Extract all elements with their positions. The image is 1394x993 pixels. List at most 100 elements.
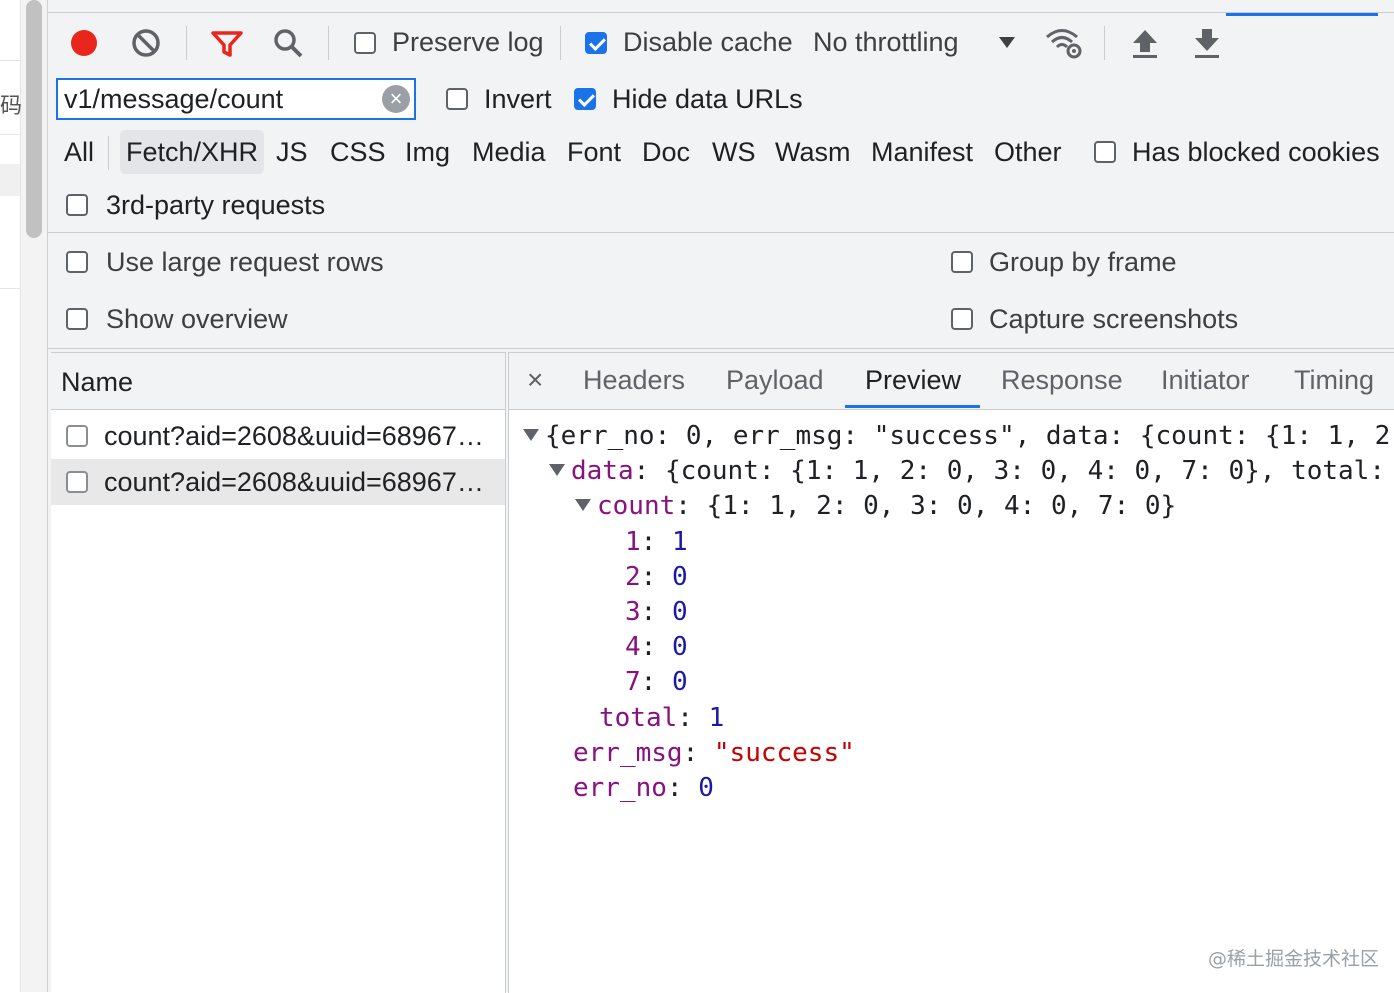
json-number: 1 (708, 703, 725, 733)
toolbar-separator (560, 26, 561, 60)
tab-preview[interactable]: Preview (865, 353, 961, 409)
type-filter-fetch-xhr[interactable]: Fetch/XHR (120, 130, 265, 174)
json-entry: 2: 0 (625, 562, 688, 592)
type-filter-manifest[interactable]: Manifest (865, 130, 979, 174)
has-blocked-cookies-checkbox[interactable]: Has blocked cookies (1094, 130, 1380, 174)
export-har-button[interactable] (1192, 13, 1222, 72)
expand-triangle-icon[interactable] (575, 498, 591, 511)
json-number: 0 (671, 632, 688, 662)
request-list: Name count?aid=2608&uuid=68967… count?ai… (51, 352, 506, 993)
hide-data-urls-label: Hide data URLs (612, 83, 803, 114)
search-icon (274, 28, 303, 57)
json-entry: 3: 0 (625, 597, 688, 627)
json-number: 1 (671, 527, 688, 557)
tab-payload[interactable]: Payload (726, 353, 824, 409)
clear-button[interactable] (130, 13, 162, 72)
preserve-log-checkbox[interactable]: Preserve log (354, 13, 544, 72)
throttling-select[interactable]: No throttling (813, 13, 1015, 72)
host-scrollbar-thumb[interactable] (26, 0, 42, 238)
disable-cache-label: Disable cache (623, 27, 793, 57)
tab-initiator[interactable]: Initiator (1161, 353, 1250, 409)
large-rows-label: Use large request rows (106, 246, 384, 277)
type-filter-css[interactable]: CSS (324, 130, 392, 174)
json-key: err_no (573, 773, 667, 803)
type-filter-all[interactable]: All (58, 130, 100, 174)
hide-data-urls-checkbox-box[interactable] (574, 88, 596, 110)
toolbar-separator (328, 26, 329, 60)
network-toolbar: Preserve log Disable cache No throttling (48, 12, 1394, 73)
large-rows-checkbox[interactable]: Use large request rows (66, 241, 384, 283)
third-party-requests-label: 3rd-party requests (106, 189, 326, 220)
record-icon (71, 29, 97, 56)
search-button[interactable] (272, 13, 304, 72)
capture-screenshots-checkbox-box[interactable] (951, 308, 973, 330)
json-key: err_msg (573, 738, 683, 768)
json-entry: err_no: 0 (573, 773, 714, 803)
large-rows-checkbox-box[interactable] (66, 251, 88, 273)
type-filter-img[interactable]: Img (399, 130, 456, 174)
json-number: 0 (698, 773, 714, 803)
watermark: @稀土掘金技术社区 (1208, 948, 1380, 970)
devtools-network-panel: Preserve log Disable cache No throttling (48, 0, 1394, 993)
preserve-log-checkbox-box[interactable] (354, 31, 376, 54)
json-key: 3 (625, 597, 641, 627)
clear-filter-icon[interactable]: × (382, 85, 410, 113)
json-string: "success" (713, 738, 855, 768)
type-filter-other[interactable]: Other (988, 130, 1068, 174)
group-by-frame-checkbox[interactable]: Group by frame (951, 241, 1177, 283)
json-root-node[interactable]: {err_no: 0, err_msg: "success", data: {c… (523, 419, 1390, 454)
record-button[interactable] (68, 13, 100, 72)
name-column-header[interactable]: Name (51, 353, 505, 410)
group-by-frame-label: Group by frame (989, 246, 1177, 277)
tab-timing[interactable]: Timing (1294, 353, 1374, 409)
group-by-frame-checkbox-box[interactable] (951, 251, 973, 273)
filter-input[interactable] (64, 84, 374, 114)
json-number: 0 (671, 562, 688, 592)
request-row-selected[interactable]: count?aid=2608&uuid=68967… (51, 459, 505, 505)
has-blocked-cookies-checkbox-box[interactable] (1094, 141, 1116, 163)
filter-input-box[interactable]: × (56, 78, 416, 120)
json-data-summary: {count: {1: 1, 2: 0, 3: 0, 4: 0, 7: 0}, … (664, 456, 1394, 486)
host-divider (0, 288, 20, 289)
toolbar-separator (186, 26, 187, 60)
type-filter-doc[interactable]: Doc (636, 130, 696, 174)
expand-triangle-icon[interactable] (549, 463, 565, 476)
json-key: 2 (625, 562, 641, 592)
expand-triangle-icon[interactable] (523, 428, 539, 441)
active-panel-indicator (1226, 13, 1378, 16)
json-entry: 1: 1 (625, 527, 688, 557)
capture-screenshots-checkbox[interactable]: Capture screenshots (951, 298, 1238, 340)
type-filter-wasm[interactable]: Wasm (769, 130, 857, 174)
json-key: data (571, 456, 634, 486)
disable-cache-checkbox-box[interactable] (585, 31, 607, 54)
json-data-node[interactable]: data: {count: {1: 1, 2: 0, 3: 0, 4: 0, 7… (549, 454, 1394, 489)
request-detail-pane: × Headers Payload Preview Response Initi… (508, 352, 1394, 993)
json-count-node[interactable]: count: {1: 1, 2: 0, 3: 0, 4: 0, 7: 0} (575, 489, 1176, 524)
import-har-button[interactable] (1130, 13, 1160, 72)
tab-headers[interactable]: Headers (583, 353, 685, 409)
json-entry: total: 1 (599, 703, 725, 733)
json-preview: {err_no: 0, err_msg: "success", data: {c… (509, 413, 1394, 973)
disable-cache-checkbox[interactable]: Disable cache (585, 13, 793, 72)
tab-response[interactable]: Response (1001, 353, 1123, 409)
invert-checkbox-box[interactable] (446, 88, 468, 110)
show-overview-checkbox-box[interactable] (66, 308, 88, 330)
network-conditions-button[interactable] (1044, 13, 1084, 72)
json-number: 0 (671, 597, 688, 627)
close-detail-button[interactable]: × (527, 353, 543, 409)
invert-checkbox[interactable]: Invert (446, 78, 552, 120)
name-column-label: Name (61, 367, 134, 397)
filter-toggle-button[interactable] (210, 13, 244, 72)
show-overview-checkbox[interactable]: Show overview (66, 298, 288, 340)
type-filter-js[interactable]: JS (270, 130, 314, 174)
upload-icon (1133, 29, 1157, 58)
type-filter-ws[interactable]: WS (706, 130, 762, 174)
third-party-requests-checkbox-box[interactable] (66, 194, 88, 216)
type-filter-font[interactable]: Font (561, 130, 627, 174)
request-name: count?aid=2608&uuid=68967… (104, 420, 484, 451)
type-filter-media[interactable]: Media (466, 130, 552, 174)
hide-data-urls-checkbox[interactable]: Hide data URLs (574, 78, 803, 120)
third-party-requests-checkbox[interactable]: 3rd-party requests (66, 183, 325, 227)
request-row[interactable]: count?aid=2608&uuid=68967… (51, 413, 505, 459)
host-text-fragment: 码 (0, 93, 23, 118)
